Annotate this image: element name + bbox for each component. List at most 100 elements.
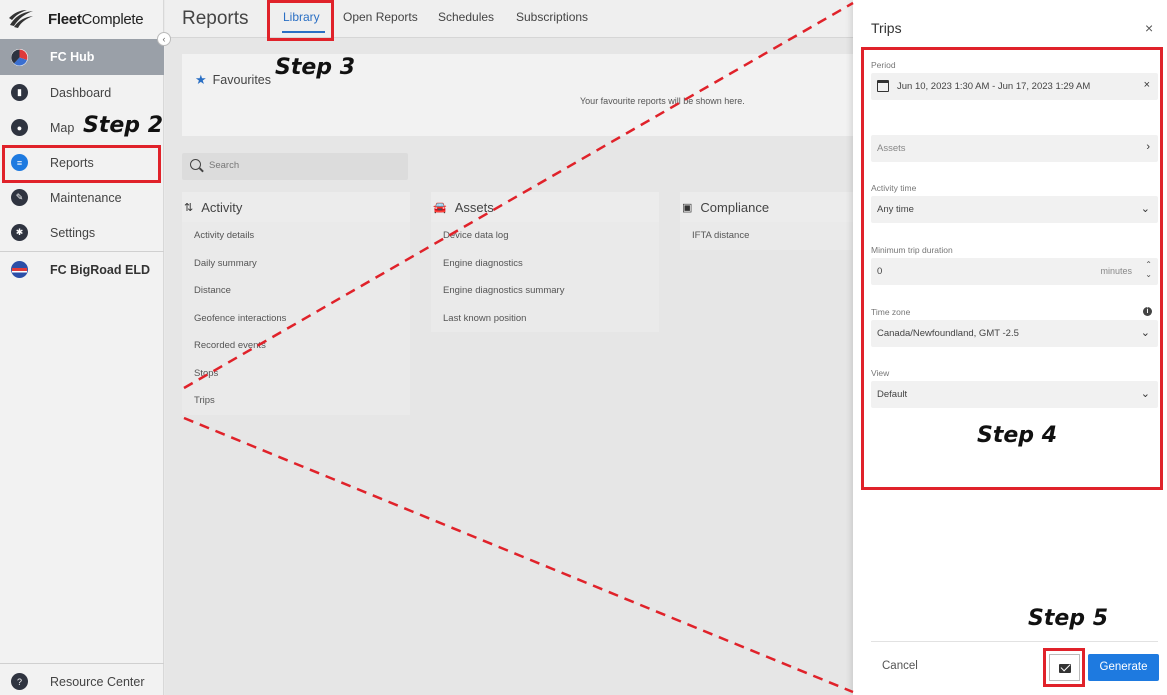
active-tab-indicator [282,31,325,33]
report-item[interactable]: Distance [182,277,410,305]
favourites-title: ★ Favourites [195,72,271,88]
stepper-icon[interactable]: ⌃ ⌄ [1145,260,1152,280]
info-icon[interactable]: i [1143,307,1152,316]
category-header: ▣ Compliance [680,192,853,222]
report-item[interactable]: Engine diagnostics summary [431,277,659,305]
chevron-down-icon: ⌄ [1140,388,1150,400]
sidebar-item-resource-center[interactable]: ? Resource Center [0,664,164,695]
search-placeholder: Search [209,160,240,171]
sidebar-item-label: Resource Center [50,674,145,689]
time-zone-value: Canada/Newfoundland, GMT -2.5 [877,328,1019,339]
bigroad-icon [11,261,28,278]
step-3-label: Step 3 [275,55,355,80]
view-label: View [871,368,890,378]
sidebar-item-label: FC BigRoad ELD [50,262,150,277]
step-4-label: Step 4 [977,423,1057,448]
period-value: Jun 10, 2023 1:30 AM - Jun 17, 2023 1:29… [897,81,1091,92]
help-icon: ? [11,673,28,690]
clear-period-icon[interactable]: × [1144,79,1150,91]
min-trip-duration-value: 0 [877,266,883,277]
sidebar-item-fc-hub[interactable]: FC Hub [0,39,164,75]
category-activity: ⇅ Activity Activity details Daily summar… [182,192,410,415]
search-icon [190,159,201,170]
period-field[interactable]: Jun 10, 2023 1:30 AM - Jun 17, 2023 1:29… [871,73,1158,100]
compliance-icon: ▣ [682,201,693,214]
report-item[interactable]: Engine diagnostics [431,250,659,278]
sidebar-item-label: FC Hub [50,50,95,64]
brand[interactable]: FleetComplete [0,0,163,38]
step-5-label: Step 5 [1028,606,1108,631]
cancel-button[interactable]: Cancel [882,660,918,672]
sidebar-item-label: Map [50,120,75,135]
category-title: Assets [454,199,494,215]
sidebar-item-label: Settings [50,225,96,240]
category-compliance: ▣ Compliance IFTA distance [680,192,853,250]
fc-hub-icon [11,48,28,66]
header: Reports Library Open Reports Schedules S… [165,0,853,38]
envelope-icon [1059,664,1071,673]
gear-icon: ✱ [11,224,28,241]
view-select[interactable]: Default ⌄ [871,381,1158,408]
search-input[interactable]: Search [182,153,408,180]
page-title: Reports [182,8,249,29]
assets-placeholder: Assets [877,143,906,154]
brand-name: FleetComplete [48,10,144,28]
favourites-label: Favourites [212,73,272,87]
car-icon: 🚘 [433,201,447,214]
min-trip-duration-input[interactable]: 0 minutes ⌃ ⌄ [871,258,1158,285]
generate-button[interactable]: Generate [1088,654,1159,681]
report-item[interactable]: Activity details [182,222,410,250]
tab-library[interactable]: Library [283,10,320,24]
report-item[interactable]: Geofence interactions [182,305,410,333]
tab-open-reports[interactable]: Open Reports [343,10,418,24]
category-header: ⇅ Activity [182,192,410,222]
fleetcomplete-logo-icon [9,10,33,28]
min-trip-duration-unit: minutes [1100,266,1132,276]
sidebar-item-settings[interactable]: ✱ Settings [0,215,164,250]
sidebar-item-label: Dashboard [50,85,112,100]
category-header: 🚘 Assets [431,192,659,222]
chevron-right-icon: › [1146,141,1150,153]
close-icon[interactable]: × [1145,20,1153,36]
activity-time-value: Any time [877,204,914,215]
map-pin-icon: ● [11,119,28,136]
wrench-icon: ✎ [11,189,28,206]
activity-time-select[interactable]: Any time ⌄ [871,196,1158,223]
dashboard-icon: ▮ [11,84,28,101]
footer-divider [871,641,1158,642]
report-item[interactable]: Daily summary [182,250,410,278]
report-item[interactable]: Device data log [431,222,659,250]
report-item[interactable]: IFTA distance [680,222,853,250]
sidebar-item-fc-bigroad-eld[interactable]: FC BigRoad ELD [0,252,164,287]
step-2-label: Step 2 [83,113,163,138]
email-report-button[interactable] [1049,654,1080,681]
sidebar-item-label: Maintenance [50,190,122,205]
assets-selector[interactable]: Assets › [871,135,1158,162]
sidebar-item-reports[interactable]: ≡ Reports [0,145,164,180]
tab-schedules[interactable]: Schedules [438,10,494,24]
reports-icon: ≡ [11,154,28,171]
tab-subscriptions[interactable]: Subscriptions [516,10,588,24]
chevron-down-icon: ⌄ [1140,203,1150,215]
category-title: Activity [201,199,243,215]
trips-report-panel: Trips × Period Jun 10, 2023 1:30 AM - Ju… [853,0,1167,695]
sidebar-item-dashboard[interactable]: ▮ Dashboard [0,75,164,110]
activity-icon: ⇅ [184,201,194,214]
report-list: Device data log Engine diagnostics Engin… [431,222,659,332]
time-zone-label: Time zone [871,307,911,317]
activity-time-label: Activity time [871,183,917,193]
sidebar: FleetComplete FC Hub ▮ Dashboard ● Map ≡… [0,0,164,695]
star-icon: ★ [195,72,207,87]
report-item[interactable]: Last known position [431,305,659,333]
period-label: Period [871,60,896,70]
time-zone-select[interactable]: Canada/Newfoundland, GMT -2.5 ⌄ [871,320,1158,347]
report-item[interactable]: Trips [182,387,410,415]
report-item[interactable]: Recorded events [182,332,410,360]
sidebar-item-maintenance[interactable]: ✎ Maintenance [0,180,164,215]
sidebar-item-label: Reports [50,155,94,170]
report-list: IFTA distance [680,222,853,250]
calendar-icon [877,80,889,92]
report-item[interactable]: Stops [182,360,410,388]
panel-title: Trips [871,20,902,36]
collapse-sidebar-button[interactable]: ‹ [157,32,171,46]
